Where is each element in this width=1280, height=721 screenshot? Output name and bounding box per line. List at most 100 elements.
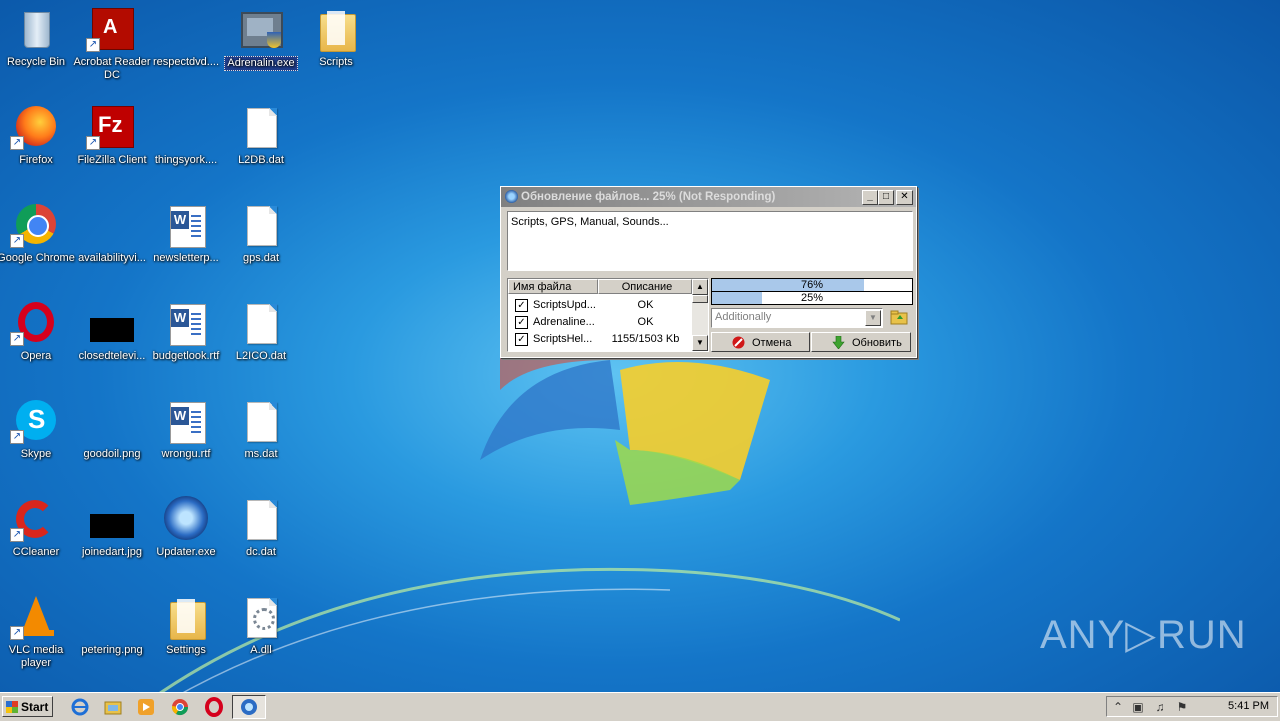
- filezilla-icon: Fz ↗: [86, 104, 136, 152]
- minimize-button[interactable]: _: [862, 190, 878, 205]
- chevron-down-icon[interactable]: ▼: [865, 310, 881, 326]
- dialog-titlebar[interactable]: Обновление файлов... 25% (Not Responding…: [501, 187, 916, 207]
- open-folder-icon[interactable]: [889, 308, 909, 326]
- taskbar: Start ⌃ ▣ ♫ ⚑ 5:41 PM: [0, 692, 1280, 721]
- checkbox-checked-icon[interactable]: ✓: [515, 316, 528, 329]
- update-button[interactable]: Обновить: [811, 332, 911, 352]
- desktop-icon-l2db[interactable]: L2DB.dat: [219, 104, 303, 167]
- icon-label: gps.dat: [242, 252, 280, 264]
- scroll-up-arrow-icon[interactable]: ▲: [692, 279, 708, 295]
- desktop-icon-vlc[interactable]: ↗ VLC media player: [0, 594, 78, 670]
- desktop-icon-joinedart[interactable]: joinedart.jpg: [70, 496, 154, 559]
- icon-label: L2DB.dat: [238, 154, 284, 166]
- desktop-icon-dc-dat[interactable]: dc.dat: [219, 496, 303, 559]
- desktop-icon-l2ico[interactable]: L2ICO.dat: [219, 300, 303, 363]
- file-status: 1155/1503 Kb: [611, 333, 680, 345]
- desktop-icon-petering[interactable]: petering.png: [70, 594, 154, 657]
- document-icon: [237, 104, 285, 152]
- icon-label: VLC media player: [8, 644, 64, 669]
- icon-label: wrongu.rtf: [161, 448, 211, 460]
- progress-text: 25%: [800, 292, 824, 304]
- desktop-icon-goodoil[interactable]: goodoil.png: [70, 398, 154, 461]
- desktop-icon-adrenalin[interactable]: Adrenalin.exe: [219, 6, 303, 71]
- checkbox-checked-icon[interactable]: ✓: [515, 299, 528, 312]
- file-icon: [88, 202, 136, 250]
- file-list[interactable]: Имя файла Описание ✓ ScriptsUpd... OK ✓ …: [507, 278, 709, 352]
- shortcut-arrow-icon: ↗: [10, 332, 24, 346]
- show-hidden-icons-icon[interactable]: ⌃: [1111, 700, 1125, 714]
- desktop-icon-updater[interactable]: Updater.exe: [144, 496, 228, 559]
- skype-icon: S ↗: [10, 398, 60, 446]
- list-scrollbar[interactable]: ▲ ▼: [692, 279, 708, 351]
- desktop-icon-availability[interactable]: availabilityvi...: [70, 202, 154, 265]
- opera-icon[interactable]: [204, 697, 224, 717]
- desktop-icon-settings-folder[interactable]: Settings: [144, 594, 228, 657]
- desktop-icon-wrongu[interactable]: W wrongu.rtf: [144, 398, 228, 461]
- options-dropdown[interactable]: Additionally ▼: [711, 308, 883, 328]
- list-item[interactable]: ✓ ScriptsHel... 1155/1503 Kb: [508, 331, 692, 348]
- scroll-down-arrow-icon[interactable]: ▼: [692, 335, 708, 351]
- desktop-icon-skype[interactable]: S ↗ Skype: [0, 398, 78, 461]
- volume-icon[interactable]: ♫: [1153, 700, 1167, 714]
- folder-icon: [312, 6, 360, 54]
- windows-flag-icon: [6, 701, 18, 713]
- desktop-icon-firefox[interactable]: ↗ Firefox: [0, 104, 78, 167]
- word-document-icon: W: [162, 300, 210, 348]
- icon-label: Acrobat Reader DC: [73, 56, 151, 81]
- dropdown-value: Additionally: [715, 311, 772, 323]
- desktop-icon-opera[interactable]: ↗ Opera: [0, 300, 78, 363]
- icon-label: CCleaner: [12, 546, 60, 558]
- desktop-icon-chrome[interactable]: ↗ Google Chrome: [0, 202, 78, 265]
- vlc-cone-icon: ↗: [10, 594, 60, 642]
- start-button[interactable]: Start: [2, 696, 53, 717]
- desktop-icon-filezilla[interactable]: Fz ↗ FileZilla Client: [70, 104, 154, 167]
- icon-label: Adrenalin.exe: [224, 56, 298, 71]
- clock[interactable]: 5:41 PM: [1228, 700, 1269, 712]
- list-item[interactable]: ✓ ScriptsUpd... OK: [508, 297, 692, 314]
- checkbox-checked-icon[interactable]: ✓: [515, 333, 528, 346]
- taskbar-updater-app[interactable]: [232, 695, 266, 719]
- icon-label: Scripts: [319, 56, 353, 68]
- desktop-icon-scripts-folder[interactable]: Scripts: [294, 6, 378, 69]
- media-player-icon[interactable]: [136, 697, 156, 717]
- list-item[interactable]: ✓ Adrenaline... OK: [508, 314, 692, 331]
- column-header-description[interactable]: Описание: [598, 279, 692, 294]
- explorer-folder-icon[interactable]: [103, 697, 123, 717]
- desktop-icon-recycle-bin[interactable]: Recycle Bin: [0, 6, 78, 69]
- desktop-icon-closedtelevi[interactable]: closedtelevi...: [70, 300, 154, 363]
- desktop-icon-budgetlook[interactable]: W budgetlook.rtf: [144, 300, 228, 363]
- dll-gear-icon: [237, 594, 285, 642]
- updater-icon: [162, 496, 210, 544]
- file-status: OK: [637, 299, 654, 311]
- icon-label: Updater.exe: [156, 546, 216, 558]
- action-center-flag-icon[interactable]: ⚑: [1175, 700, 1189, 714]
- windows-logo-wallpaper: [480, 332, 770, 505]
- internet-explorer-icon[interactable]: [70, 697, 90, 717]
- scroll-thumb[interactable]: [692, 295, 708, 303]
- acrobat-icon: A ↗: [86, 6, 136, 54]
- recycle-bin-icon: [12, 6, 60, 54]
- shortcut-arrow-icon: ↗: [10, 136, 24, 150]
- network-icon[interactable]: ▣: [1131, 700, 1145, 714]
- desktop-icon-acrobat[interactable]: A ↗ Acrobat Reader DC: [70, 6, 154, 82]
- chrome-icon[interactable]: [170, 697, 190, 717]
- desktop-icon-gps[interactable]: gps.dat: [219, 202, 303, 265]
- desktop-icon-ccleaner[interactable]: ↗ CCleaner: [0, 496, 78, 559]
- close-button[interactable]: ✕: [896, 190, 913, 205]
- icon-label: goodoil.png: [83, 448, 141, 460]
- desktop-icon-a-dll[interactable]: A.dll: [219, 594, 303, 657]
- desktop-icon-respectdvd[interactable]: respectdvd....: [144, 6, 228, 69]
- info-textbox: Scripts, GPS, Manual, Sounds...: [507, 211, 913, 271]
- desktop-icon-thingsyork[interactable]: thingsyork....: [144, 104, 228, 167]
- icon-label: Firefox: [19, 154, 53, 166]
- desktop-icon-newsletter[interactable]: W newsletterp...: [144, 202, 228, 265]
- cancel-icon: [732, 336, 745, 349]
- cancel-button[interactable]: Отмена: [711, 332, 810, 352]
- shortcut-arrow-icon: ↗: [10, 626, 24, 640]
- desktop-icon-ms-dat[interactable]: ms.dat: [219, 398, 303, 461]
- column-header-filename[interactable]: Имя файла: [508, 279, 598, 294]
- document-icon: [237, 398, 285, 446]
- icon-label: ms.dat: [244, 448, 278, 460]
- icon-label: Recycle Bin: [6, 56, 66, 68]
- maximize-button[interactable]: □: [878, 190, 894, 205]
